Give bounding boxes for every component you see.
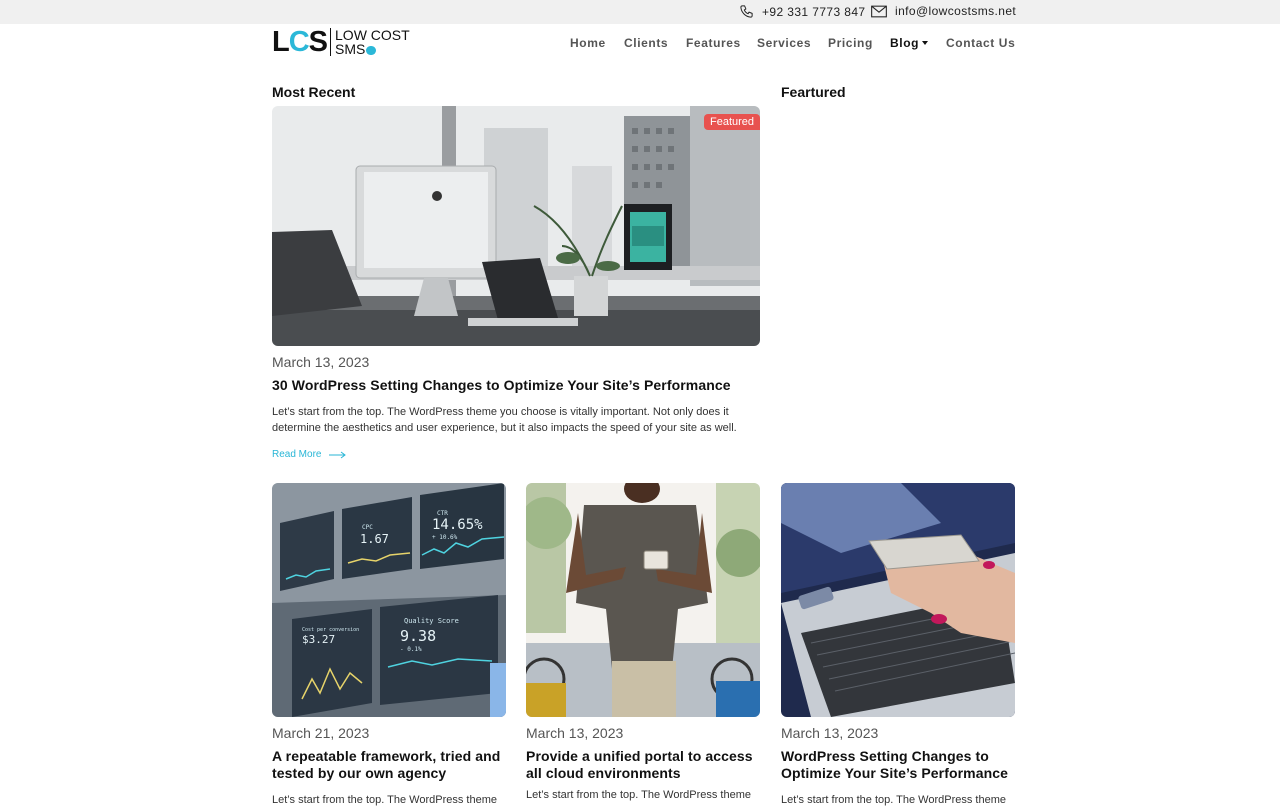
dashboard-ctr-label: CTR — [437, 510, 448, 517]
nav-features[interactable]: Features — [686, 36, 741, 50]
post-image-phone-laptop[interactable] — [781, 483, 1015, 717]
top-contact-bar: +92 331 7773 847 info@lowcostsms.net — [0, 0, 1280, 24]
caret-down-icon — [922, 41, 929, 45]
post-excerpt: Let’s start from the top. The WordPress … — [272, 794, 497, 806]
phone-contact[interactable]: +92 331 7773 847 — [739, 4, 866, 19]
dashboard-quality-label: Quality Score — [404, 617, 459, 625]
dashboard-ctr-delta: + 10.6% — [432, 534, 458, 541]
main-nav: Home Clients Features Services Pricing B… — [0, 36, 1280, 56]
email-contact[interactable]: info@lowcostsms.net — [871, 4, 1016, 18]
post-image-man-phone[interactable] — [526, 483, 760, 717]
post-excerpt: Let’s start from the top. The WordPress … — [526, 789, 751, 801]
dashboard-quality-value: 9.38 — [400, 627, 436, 645]
featured-badge: Featured — [704, 114, 760, 130]
post-image-dashboard[interactable]: CTR 14.65% + 10.6% CPC 1.67 Cost per con… — [272, 483, 506, 717]
phone-icon — [740, 5, 753, 18]
nav-pricing[interactable]: Pricing — [828, 36, 873, 50]
featured-heading: Feartured — [781, 84, 846, 100]
post-title[interactable]: WordPress Setting Changes to Optimize Yo… — [781, 748, 1015, 782]
featured-post-image[interactable] — [272, 106, 760, 346]
featured-post-date: March 13, 2023 — [272, 354, 370, 370]
arrow-right-icon — [329, 451, 347, 458]
email-address: info@lowcostsms.net — [895, 4, 1017, 18]
nav-blog[interactable]: Blog — [890, 36, 929, 50]
nav-services[interactable]: Services — [757, 36, 811, 50]
featured-post-title[interactable]: 30 WordPress Setting Changes to Optimize… — [272, 377, 760, 394]
post-excerpt: Let’s start from the top. The WordPress … — [781, 794, 1006, 806]
dashboard-cost-value: $3.27 — [302, 633, 335, 646]
featured-post-excerpt: Let’s start from the top. The WordPress … — [272, 406, 737, 434]
post-date: March 13, 2023 — [526, 725, 624, 741]
dashboard-ctr-value: 14.65% — [432, 517, 483, 533]
nav-contact-us[interactable]: Contact Us — [946, 36, 1015, 50]
post-title[interactable]: A repeatable framework, tried and tested… — [272, 748, 506, 782]
dashboard-quality-delta: - 0.1% — [400, 646, 422, 653]
post-date: March 21, 2023 — [272, 725, 370, 741]
dashboard-cpc-label: CPC — [362, 524, 373, 531]
mail-icon — [871, 5, 887, 17]
most-recent-heading: Most Recent — [272, 84, 356, 100]
phone-number: +92 331 7773 847 — [762, 4, 866, 19]
read-more-link[interactable]: Read More — [272, 449, 347, 460]
post-title[interactable]: Provide a unified portal to access all c… — [526, 748, 762, 782]
nav-home[interactable]: Home — [570, 36, 606, 50]
nav-clients[interactable]: Clients — [624, 36, 668, 50]
post-date: March 13, 2023 — [781, 725, 879, 741]
dashboard-cpc-value: 1.67 — [360, 532, 389, 546]
site-header: LCS LOW COST SMS Home Clients Features S… — [0, 24, 1280, 68]
